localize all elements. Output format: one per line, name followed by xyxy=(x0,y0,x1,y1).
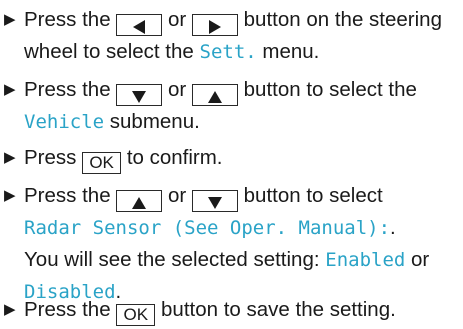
down-arrow-key xyxy=(191,190,238,212)
step-text: Press the xyxy=(24,184,111,207)
submenu-name: Vehicle xyxy=(24,111,105,133)
bullet-triangle-icon: ▶ xyxy=(4,81,16,98)
bullet-triangle-icon: ▶ xyxy=(4,301,16,318)
step-text: button to select the xyxy=(243,78,417,101)
bullet-triangle-icon: ▶ xyxy=(4,11,16,28)
instruction-step-3: ▶ Press OK to confirm. xyxy=(4,142,461,174)
step-text: to confirm. xyxy=(126,146,223,169)
instruction-step-2: ▶ Press the or button to select the Vehi… xyxy=(4,74,461,138)
triangle-right-icon xyxy=(208,19,221,34)
right-arrow-key xyxy=(191,14,238,36)
step-text: You will see the selected setting: xyxy=(24,248,320,271)
triangle-left-icon xyxy=(133,19,146,34)
step-text: Press the xyxy=(24,78,111,101)
step-text: menu. xyxy=(262,40,320,63)
triangle-down-icon xyxy=(132,90,147,103)
step-text: Press xyxy=(24,146,77,169)
up-arrow-key xyxy=(116,190,163,212)
bullet-triangle-icon: ▶ xyxy=(4,187,16,204)
step-text: button to save the setting. xyxy=(161,298,396,321)
step-text: or xyxy=(168,184,187,207)
bullet-triangle-icon: ▶ xyxy=(4,149,16,166)
setting-name: Radar Sensor (See Oper. Manual): xyxy=(24,217,391,239)
instruction-step-5: ▶ Press the OK button to save the settin… xyxy=(4,294,461,326)
ok-key: OK xyxy=(116,304,156,326)
step-text: button to select xyxy=(243,184,383,207)
setting-value-enabled: Enabled xyxy=(325,249,406,271)
step-text: or xyxy=(168,78,187,101)
step-text: submenu. xyxy=(109,110,200,133)
triangle-down-icon xyxy=(207,196,222,209)
step-text: or xyxy=(168,8,187,31)
instruction-step-1: ▶ Press the or button on the steering wh… xyxy=(4,4,461,68)
step-text: . xyxy=(390,216,396,239)
ok-key: OK xyxy=(82,152,122,174)
triangle-up-icon xyxy=(207,90,222,103)
triangle-up-icon xyxy=(132,196,147,209)
left-arrow-key xyxy=(116,14,163,36)
up-arrow-key xyxy=(191,84,238,106)
down-arrow-key xyxy=(116,84,163,106)
instruction-step-4: ▶ Press the or button to select Radar Se… xyxy=(4,180,461,308)
step-text: or xyxy=(411,248,430,271)
step-text: Press the xyxy=(24,8,111,31)
step-text: Press the xyxy=(24,298,111,321)
menu-name: Sett. xyxy=(199,41,257,63)
